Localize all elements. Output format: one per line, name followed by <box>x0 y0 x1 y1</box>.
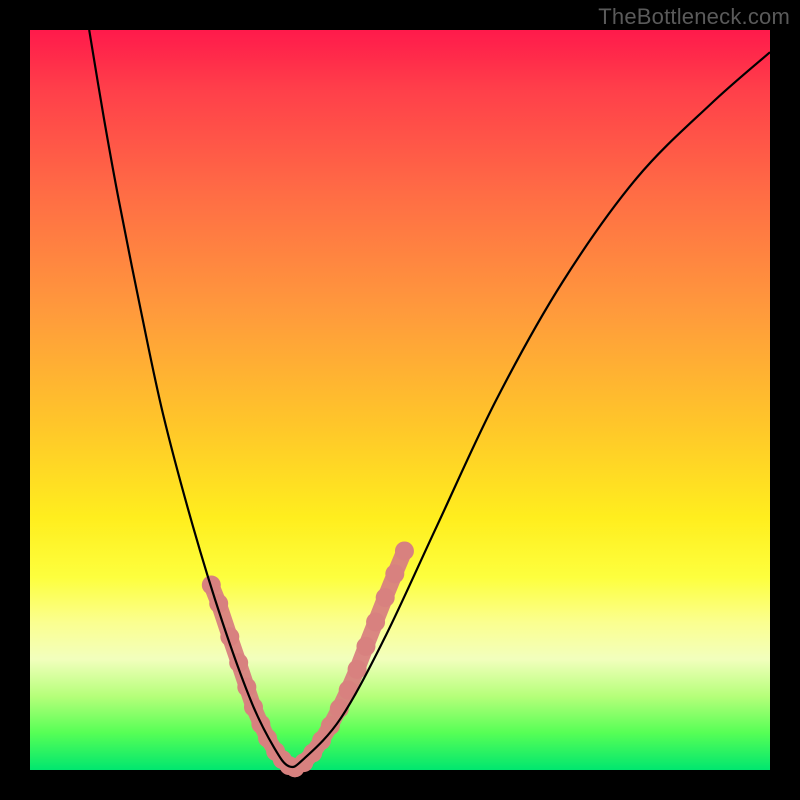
marker-dot <box>395 541 414 560</box>
marker-dot <box>356 637 375 656</box>
marker-dot <box>237 678 256 697</box>
marker-segment <box>295 551 405 768</box>
marker-dot <box>385 564 404 583</box>
watermark-text: TheBottleneck.com <box>598 4 790 30</box>
marker-dot <box>366 613 385 632</box>
marker-segment <box>211 585 295 768</box>
marker-band-group <box>202 541 414 777</box>
marker-dot <box>376 588 395 607</box>
chart-frame: TheBottleneck.com <box>0 0 800 800</box>
marker-dot <box>348 660 367 679</box>
bottleneck-curve <box>89 30 770 767</box>
plot-area <box>30 30 770 770</box>
curve-svg <box>30 30 770 770</box>
